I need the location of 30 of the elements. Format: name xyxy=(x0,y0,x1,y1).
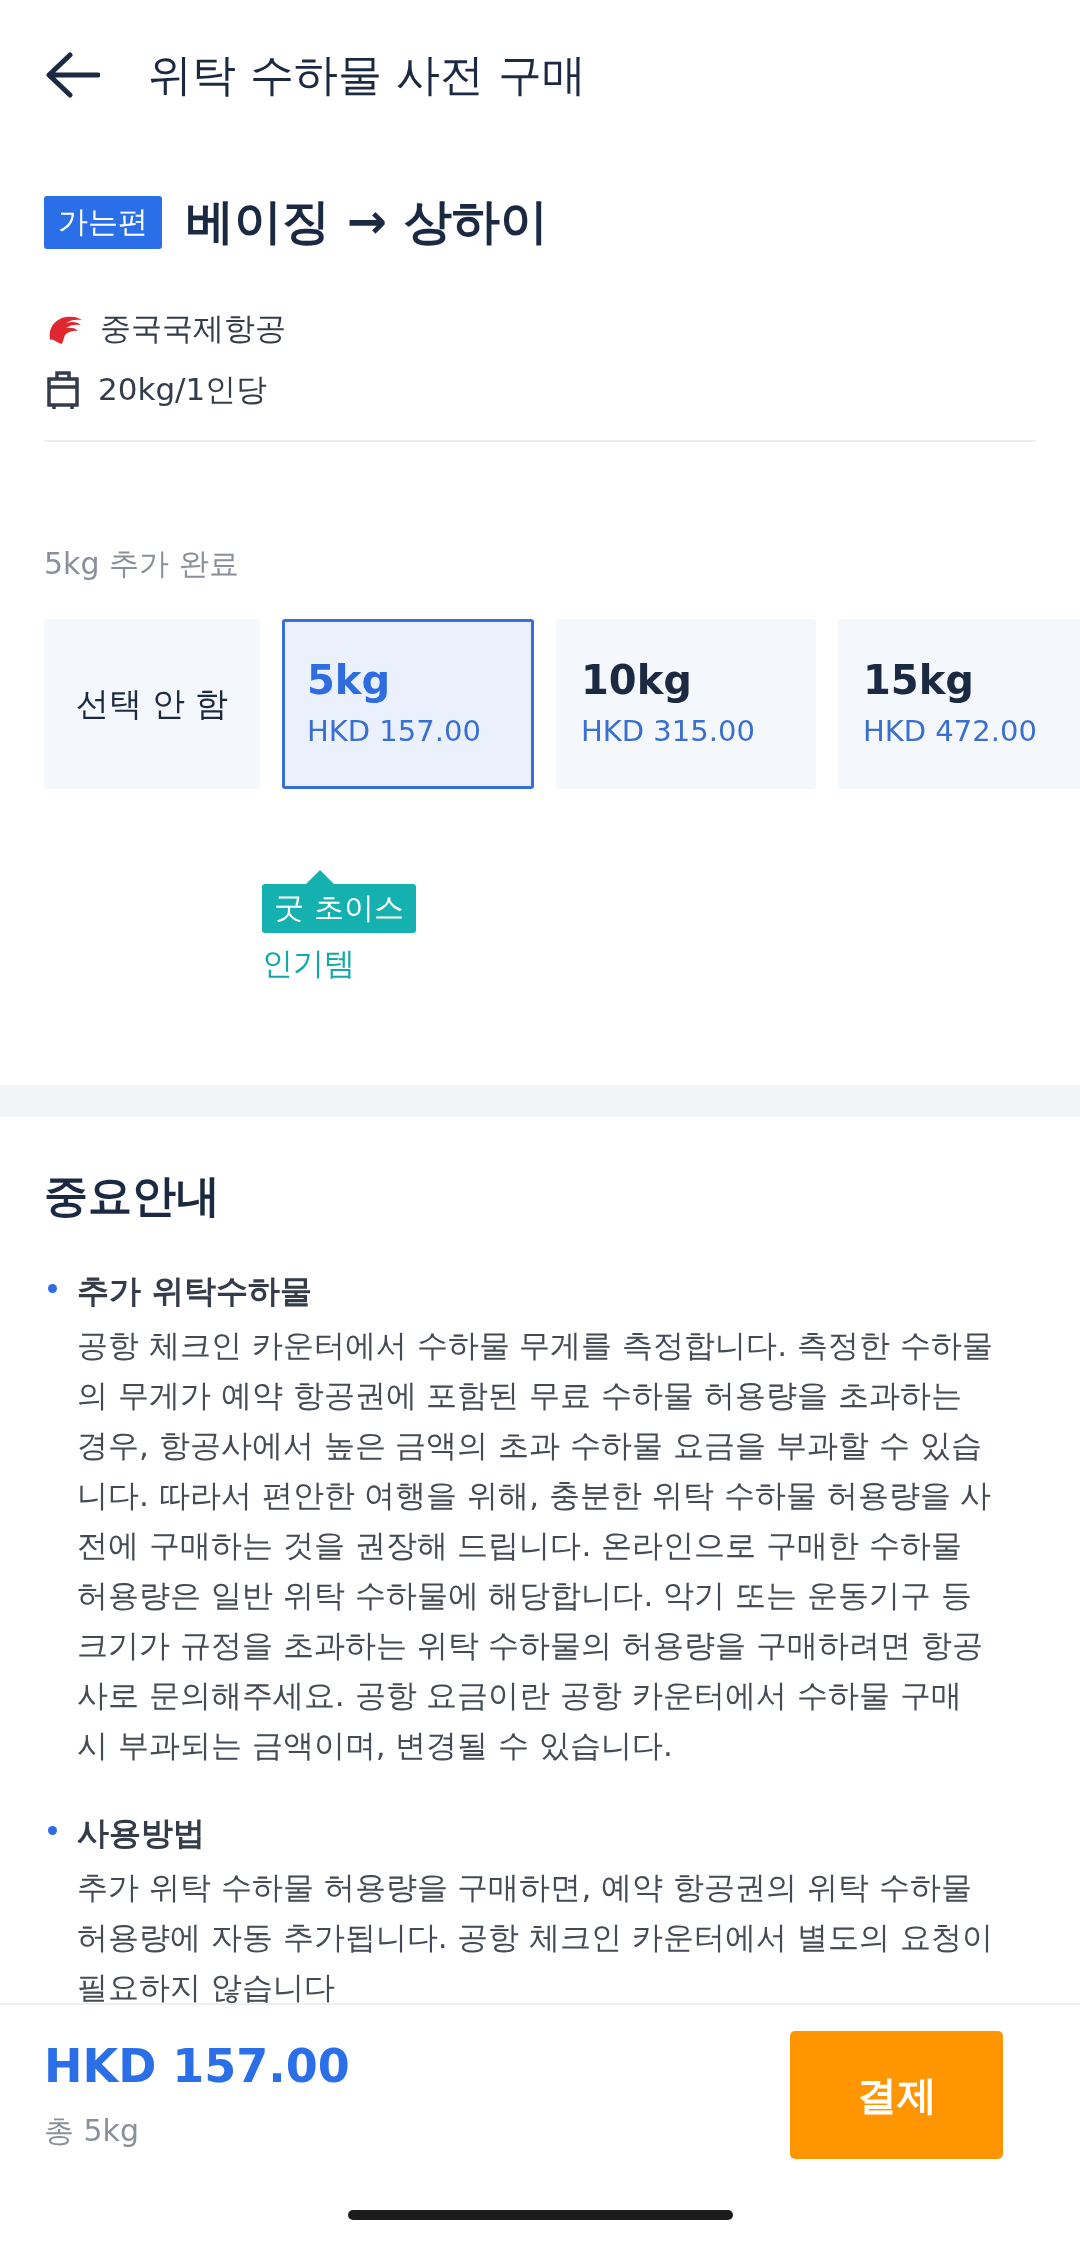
bullet-dot xyxy=(48,1826,57,1835)
airline-name: 중국국제항공 xyxy=(100,308,286,348)
price-label: HKD 157.00 xyxy=(307,713,482,750)
notice-title: 중요안내 xyxy=(44,1169,221,1223)
weight-option-card[interactable]: 15kg HKD 472.00 xyxy=(838,619,1080,789)
weight-label: 15kg xyxy=(863,657,975,703)
weight-option-card[interactable]: 5kg HKD 157.00 xyxy=(282,619,534,789)
home-indicator[interactable] xyxy=(347,2209,733,2220)
weight-label: 5kg xyxy=(307,657,392,703)
route-title: 베이징 → 상하이 xyxy=(186,192,548,251)
page-title: 위탁 수하물 사전 구매 xyxy=(148,47,586,102)
back-arrow-icon[interactable] xyxy=(44,52,100,98)
popular-label: 인기템 xyxy=(262,944,355,983)
baggage-allowance: 20kg/1인당 xyxy=(98,369,268,409)
total-price: HKD 157.00 xyxy=(44,2038,350,2093)
tag-pointer xyxy=(306,870,334,884)
weight-option-card[interactable]: 10kg HKD 315.00 xyxy=(556,619,816,789)
weight-label: 10kg xyxy=(581,657,693,703)
bullet-dot xyxy=(48,1284,57,1293)
status-text: 5kg 추가 완료 xyxy=(44,545,240,583)
notice-heading: 추가 위탁수하물 xyxy=(77,1271,314,1312)
notice-paragraph: 추가 위탁 수하물 허용량을 구매하면, 예약 항공권의 위탁 수하물 허용량에 자동 추가됩니다. 공항 체크인 카운터에서 별도의 요청이 필요하지 않습니다 xyxy=(77,1868,994,2003)
suitcase-icon xyxy=(44,369,82,410)
total-weight: 총 5kg xyxy=(44,2111,141,2150)
price-label: HKD 472.00 xyxy=(863,713,1038,750)
price-label: HKD 315.00 xyxy=(581,713,756,750)
notice-paragraph: 공항 체크인 카운터에서 수하물 무게를 측정합니다. 측정한 수하물의 무게가 예약 항공권에 포함된 무료 수하물 허용량을 초과하는 경우, 항공사에서 높은 금액의 초과 수하물 요금을 부과할 수 있습니다. 따라서 편안한 여행을 위해, 충분한 위탁 수하물 허용량을 사전에 구매하는 것을 권장해 드립니다. 온라인으로 구매한 수하물 허용량은 일반 위탁 수하물에 해당합니다. 악기 또는 운동기구 등 크기가 규정을 초과하는 위탁 수하물의 허용량을 구매하려면 항공사로 문의해주세요. 공항 요금이란 공항 카운터에서 수하물 구매 시 부과되는 금액이며, 변경될 수 있습니다. xyxy=(77,1326,994,1765)
weight-option-card[interactable]: 선택 안 함 xyxy=(44,619,260,789)
notice-heading: 사용방법 xyxy=(77,1813,206,1854)
direction-badge: 가는편 xyxy=(44,195,162,249)
